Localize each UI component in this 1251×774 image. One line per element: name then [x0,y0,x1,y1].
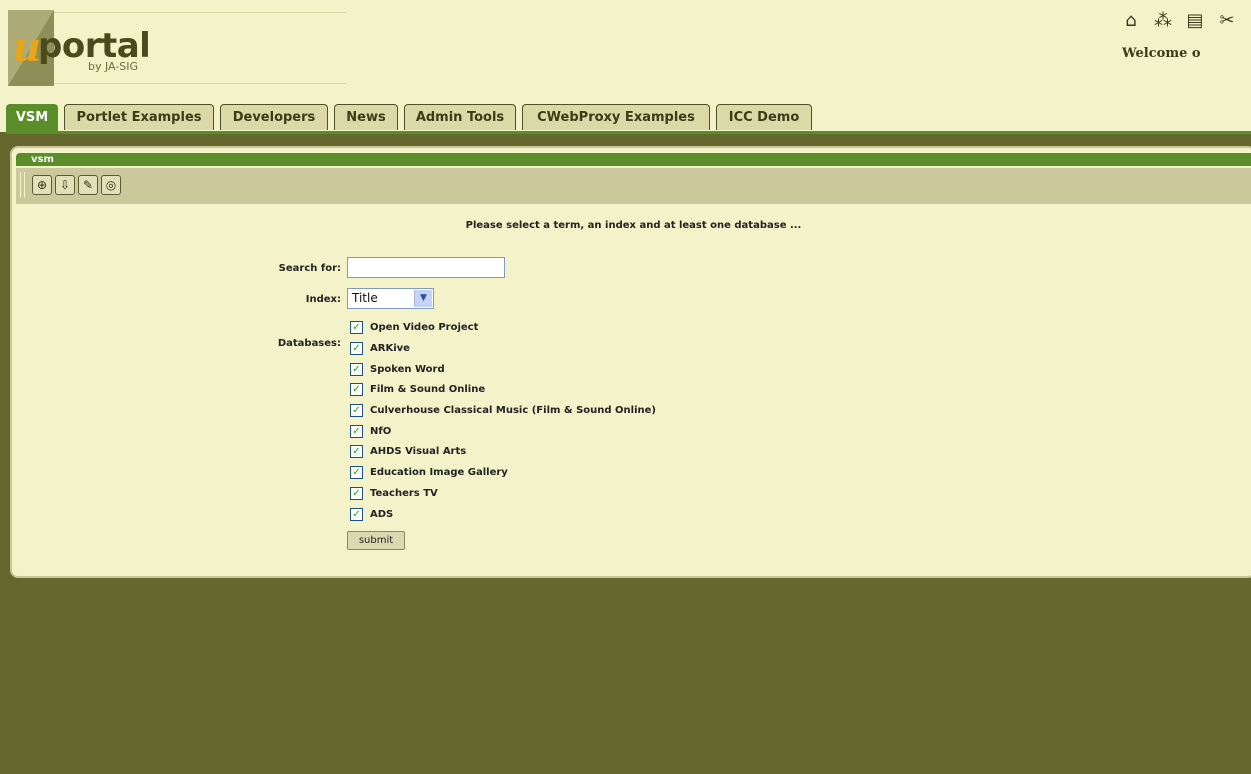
uportal-logo[interactable]: u portal by JA-SIG [8,10,348,86]
database-checkbox[interactable]: ✓ [350,321,363,334]
tab-icc-demo[interactable]: ICC Demo [716,104,812,130]
database-label: Open Video Project [370,322,479,333]
tab-news[interactable]: News [334,104,398,130]
database-label: AHDS Visual Arts [370,446,467,457]
welcome-text: Welcome o [1122,46,1201,61]
tab-vsm[interactable]: VSM [6,104,58,132]
database-checkbox[interactable]: ✓ [350,383,363,396]
database-checkbox[interactable]: ✓ [350,404,363,417]
database-checkbox[interactable]: ✓ [350,466,363,479]
submit-button[interactable]: submit [347,531,405,550]
tab-cwebproxy-examples[interactable]: CWebProxy Examples [522,104,710,130]
edit-icon[interactable]: ✎ [78,175,98,195]
database-label: Spoken Word [370,364,445,375]
database-label: Education Image Gallery [370,467,508,478]
search-label: Search for: [278,263,341,274]
logo-line-top [54,12,346,13]
zoom-icon[interactable]: ⊕ [32,175,52,195]
database-checkbox[interactable]: ✓ [350,445,363,458]
database-label: NfO [370,426,392,437]
tools-icon[interactable]: ✂ [1216,10,1238,32]
toolbar-grip [24,172,25,198]
search-input[interactable] [347,257,505,278]
header-icons: ⌂ ⁂ ▤ ✂ [1120,10,1251,32]
portlet-content: Please select a term, an index and at le… [16,206,1251,570]
database-label: ADS [370,509,394,520]
portlet-title-bar: vsm [16,153,1251,166]
layout-icon[interactable]: ⁂ [1152,10,1174,32]
download-icon[interactable]: ⇩ [55,175,75,195]
logo-line-bottom [54,83,346,84]
database-icon[interactable]: ◎ [101,175,121,195]
index-selected-value: Title [352,291,378,305]
logo-letter: u [12,24,42,71]
databases-label: Databases: [277,338,341,349]
tab-admin-tools[interactable]: Admin Tools [404,104,516,130]
toolbar-grip [20,172,21,198]
portlet-title: vsm [31,154,54,165]
chevron-down-icon[interactable]: ▼ [414,290,432,307]
database-checkbox[interactable]: ✓ [350,487,363,500]
database-checkbox[interactable]: ✓ [350,508,363,521]
logo-byline: by JA-SIG [88,60,139,73]
tab-bar: VSM Portlet Examples Developers News Adm… [0,104,1251,132]
preferences-icon[interactable]: ▤ [1184,10,1206,32]
database-checkbox[interactable]: ✓ [350,425,363,438]
index-label: Index: [305,294,341,305]
database-label: Film & Sound Online [370,384,486,395]
database-checkbox[interactable]: ✓ [350,342,363,355]
instructions-text: Please select a term, an index and at le… [465,220,802,231]
database-checkbox[interactable]: ✓ [350,363,363,376]
database-label: ARKive [370,343,410,354]
tab-portlet-examples[interactable]: Portlet Examples [64,104,214,130]
tab-developers[interactable]: Developers [220,104,328,130]
home-icon[interactable]: ⌂ [1120,10,1142,32]
database-label: Culverhouse Classical Music (Film & Soun… [370,405,656,416]
tab-underline [6,131,1251,134]
database-label: Teachers TV [370,488,438,499]
portlet-toolbar: ⊕ ⇩ ✎ ◎ [16,168,1251,204]
index-select[interactable]: Title ▼ [347,288,434,309]
